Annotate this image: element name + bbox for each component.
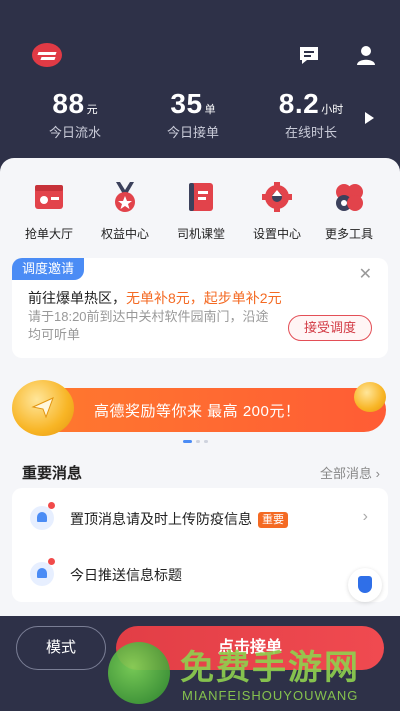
tool-settings-center[interactable]: 设置中心 bbox=[242, 180, 312, 242]
invite-title-prefix: 前往爆单热区， bbox=[28, 290, 126, 306]
bell-icon bbox=[30, 506, 54, 530]
accept-dispatch-button[interactable]: 接受调度 bbox=[288, 315, 372, 341]
stat-label: 在线时长 bbox=[284, 125, 337, 140]
message-text: 置顶消息请及时上传防疫信息 重要 bbox=[70, 509, 288, 529]
pager-dot[interactable] bbox=[196, 440, 200, 443]
play-arrow-icon[interactable] bbox=[365, 112, 374, 124]
watermark-text: 免费手游网 bbox=[180, 648, 360, 688]
tool-driver-class[interactable]: 司机课堂 bbox=[166, 180, 236, 242]
chevron-right-icon: › bbox=[362, 508, 368, 525]
message-title: 置顶消息请及时上传防疫信息 bbox=[70, 511, 252, 527]
tool-label: 司机课堂 bbox=[176, 227, 225, 241]
watermark-logo-icon bbox=[108, 642, 170, 704]
classroom-book-icon bbox=[189, 183, 213, 211]
order-hall-icon bbox=[35, 185, 63, 209]
invite-tag: 调度邀请 bbox=[12, 258, 85, 280]
mode-button[interactable]: 模式 bbox=[16, 626, 106, 670]
banner-pager bbox=[183, 440, 223, 446]
tool-label: 抢单大厅 bbox=[24, 227, 73, 241]
stat-income: 88 元 今日流水 bbox=[20, 88, 130, 141]
message-text: 今日推送信息标题 bbox=[70, 565, 182, 585]
promo-banner[interactable]: 高德奖励等你来 最高 200元！ bbox=[12, 378, 388, 438]
tool-rights-center[interactable]: 权益中心 bbox=[90, 180, 160, 242]
invite-description: 请于18:20前到达中关村软件园南门，沿途均可听单 bbox=[28, 309, 269, 342]
pager-dot[interactable] bbox=[204, 440, 208, 443]
tool-label: 更多工具 bbox=[324, 227, 373, 241]
safety-shield-icon[interactable] bbox=[348, 568, 382, 602]
app-logo bbox=[32, 43, 62, 67]
coin-small-icon bbox=[354, 382, 386, 412]
invite-title-highlight: 无单补8元，起步单补2元 bbox=[126, 290, 282, 306]
watermark-subtext: MIANFEISHOUYOUWANG bbox=[182, 688, 359, 703]
messages-title: 重要消息 bbox=[22, 465, 83, 482]
user-icon[interactable] bbox=[355, 44, 377, 66]
banner-text: 高德奖励等你来 最高 200元！ bbox=[94, 403, 301, 420]
tool-more[interactable]: 更多工具 bbox=[314, 180, 384, 242]
dispatch-invite-card: 调度邀请 ✕ 前往爆单热区，无单补8元，起步单补2元 请于18:20前到达中关村… bbox=[12, 258, 388, 358]
message-list: 置顶消息请及时上传防疫信息 重要 › 今日推送信息标题 bbox=[12, 488, 388, 602]
unread-dot bbox=[48, 502, 55, 509]
stats-row: 88 元 今日流水 35 单 今日接单 8.2 小时 在线时长 bbox=[0, 88, 400, 148]
message-title: 今日推送信息标题 bbox=[70, 567, 182, 583]
tool-label: 权益中心 bbox=[100, 227, 149, 241]
stat-value: 88 bbox=[52, 88, 85, 119]
stat-value: 35 bbox=[170, 88, 203, 119]
rights-medal-icon bbox=[115, 182, 135, 212]
stat-label: 今日接单 bbox=[166, 125, 219, 140]
stat-unit: 元 bbox=[86, 104, 98, 116]
stat-online-hours: 8.2 小时 在线时长 bbox=[256, 88, 366, 141]
stat-label: 今日流水 bbox=[48, 125, 101, 140]
bell-icon bbox=[30, 562, 54, 586]
more-tools-icon bbox=[336, 184, 363, 211]
list-item[interactable]: 置顶消息请及时上传防疫信息 重要 › bbox=[12, 490, 388, 546]
send-arrow-icon bbox=[31, 397, 54, 419]
pager-dot-active[interactable] bbox=[183, 440, 192, 443]
all-messages-link[interactable]: 全部消息 › bbox=[320, 463, 380, 482]
invite-title: 前往爆单热区，无单补8元，起步单补2元 bbox=[28, 288, 282, 308]
settings-gear-icon bbox=[262, 182, 292, 212]
important-badge: 重要 bbox=[258, 512, 288, 528]
tool-label: 设置中心 bbox=[252, 227, 301, 241]
list-item[interactable]: 今日推送信息标题 bbox=[12, 546, 388, 602]
stat-orders: 35 单 今日接单 bbox=[138, 88, 248, 141]
tool-order-hall[interactable]: 抢单大厅 bbox=[14, 180, 84, 242]
close-icon[interactable]: ✕ bbox=[359, 264, 372, 284]
stat-unit: 单 bbox=[204, 104, 216, 116]
tool-grid: 抢单大厅 权益中心 司机课堂 设置中心 更多工具 bbox=[0, 180, 400, 242]
message-icon[interactable] bbox=[298, 44, 320, 66]
watermark: 免费手游网 MIANFEISHOUYOUWANG bbox=[108, 640, 400, 710]
stat-unit: 小时 bbox=[321, 104, 344, 116]
stat-value: 8.2 bbox=[278, 88, 320, 119]
unread-dot bbox=[48, 558, 55, 565]
